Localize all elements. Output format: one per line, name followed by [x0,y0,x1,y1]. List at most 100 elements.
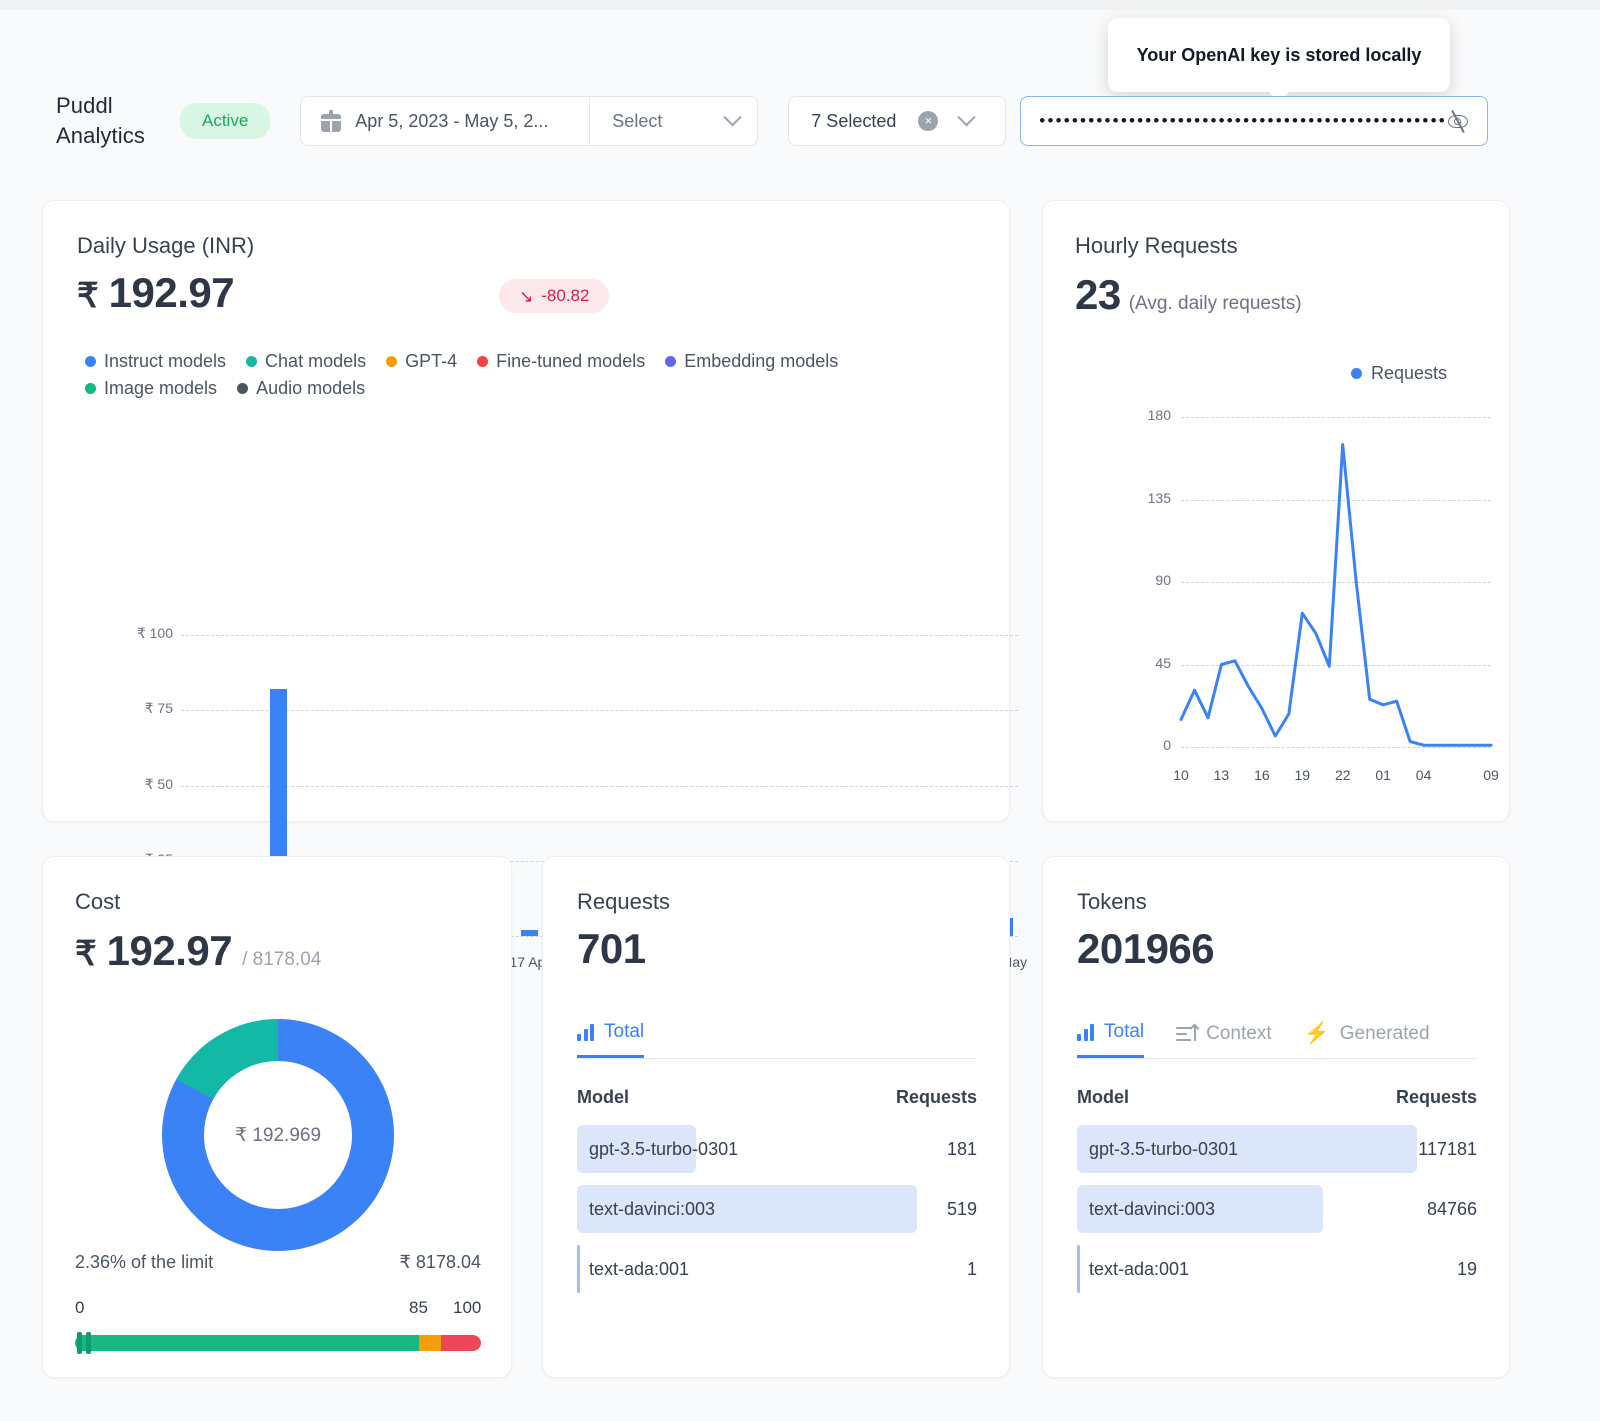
meter-handle[interactable] [77,1332,82,1354]
tab-label: Context [1206,1022,1272,1044]
tab-generated[interactable]: ⚡ Generated [1304,1021,1430,1058]
preset-select-value: Select [612,110,663,131]
bolt-icon: ⚡ [1303,1022,1330,1045]
donut-center-value: ₹ 192.969 [234,1124,322,1146]
row-value: 84766 [1426,1198,1477,1219]
requests-value: 701 [577,925,646,972]
api-key-value: ••••••••••••••••••••••••••••••••••••••••… [1039,111,1447,130]
api-key-tooltip: Your OpenAI key is stored locally [1108,18,1450,102]
cost-amount: ₹ 192.97 / 8178.04 [75,927,321,975]
row-model: gpt-3.5-turbo-0301 [1089,1138,1239,1159]
tokens-title: Tokens [1077,889,1147,914]
context-icon [1176,1023,1200,1042]
cost-scale-labels: 0 85 100 [75,1298,481,1322]
row-value: 19 [1456,1258,1477,1279]
x-axis-label: 09 [1483,767,1499,783]
cost-donut-chart: ₹ 192.969 [162,1019,394,1251]
scale-mid: 85 [409,1298,428,1317]
app-title: Puddl Analytics [56,91,168,151]
app-title-line2: Analytics [56,123,145,148]
tab-context[interactable]: Context [1176,1021,1272,1058]
column-requests: Requests [1395,1087,1477,1107]
bar-chart-icon [1077,1023,1094,1041]
status-badge: Active [180,103,271,139]
cost-limit-amount: ₹ 8178.04 [399,1252,481,1272]
scale-max: 100 [453,1298,482,1317]
x-axis-label: 04 [1415,767,1432,783]
meter-handle-secondary[interactable] [86,1332,91,1354]
preset-select[interactable]: Select [589,97,757,145]
tokens-card: Tokens 201966 Total Context ⚡ Generated Mod… [1042,856,1510,1378]
table-row[interactable]: text-davinci:003 84766 [1077,1185,1477,1233]
chevron-down-icon [957,107,977,126]
cost-limit-row: 2.36% of the limit ₹ 8178.04 [75,1252,481,1273]
scale-min: 0 [75,1298,85,1317]
row-value: 1 [966,1258,977,1279]
daily-usage-card: Daily Usage (INR) ₹ 192.97 ↘ -80.82 Inst… [42,200,1027,970]
cost-limit-suffix: / 8178.04 [242,949,322,970]
column-model: Model [577,1087,629,1107]
cost-title: Cost [75,889,121,914]
tab-label: Total [604,1021,645,1042]
calendar-icon [321,110,342,132]
tab-total[interactable]: Total [577,1021,645,1058]
models-multiselect-value: 7 Selected [811,110,897,131]
cost-limit-percent: 2.36% of the limit [75,1252,214,1272]
row-model: text-ada:001 [589,1258,690,1279]
y-axis-label: ₹ 50 [144,775,173,792]
date-range-picker[interactable]: Apr 5, 2023 - May 5, 2... [301,97,589,145]
currency-symbol: ₹ [75,935,97,973]
daily-usage-bar-chart: ₹ 0₹ 25₹ 50₹ 75₹ 10005 Apr08 Apr11 Apr14… [43,201,1027,970]
row-model: text-davinci:003 [589,1198,716,1219]
tokens-tabs: Total Context ⚡ Generated [1077,1021,1477,1059]
chevron-down-icon [723,107,742,126]
api-key-field[interactable]: ••••••••••••••••••••••••••••••••••••••••… [1020,96,1489,146]
requests-tabs: Total [577,1021,977,1059]
row-model: text-davinci:003 [1089,1198,1216,1219]
row-value: 519 [946,1198,977,1219]
bar-group [521,929,539,936]
tab-total[interactable]: Total [1077,1021,1145,1058]
column-requests: Requests [895,1087,977,1107]
models-multiselect[interactable]: 7 Selected × [788,96,1007,146]
toolbar: Puddl Analytics Active Apr 5, 2023 - May… [56,91,1489,151]
app-title-line1: Puddl [56,93,113,118]
tokens-value: 201966 [1077,925,1215,972]
bar-chart-icon [577,1023,594,1041]
row-value: 181 [946,1138,977,1159]
requests-table-body: gpt-3.5-turbo-0301 181 text-davinci:003 519… [577,1125,977,1293]
y-axis-label: ₹ 100 [136,625,173,641]
cost-limit-meter[interactable] [75,1335,481,1351]
requests-card: Requests 701 Total Model Requests gpt-3.… [542,856,1010,1378]
table-row[interactable]: text-ada:001 1 [577,1245,977,1293]
analytics-dashboard: Your OpenAI key is stored locally Puddl … [0,0,1600,1421]
tab-label: Total [1104,1021,1145,1042]
bar-segment [521,929,539,936]
hourly-requests-line-chart: 0 45 90 135 180 10 13 16 19 22 01 04 09 [1043,201,1511,823]
donut-center-label: ₹ 192.969 [204,1061,352,1209]
row-model: gpt-3.5-turbo-0301 [589,1138,739,1159]
y-axis-label: ₹ 75 [144,700,173,717]
cost-value: 192.97 [106,927,233,974]
table-row[interactable]: gpt-3.5-turbo-0301 181 [577,1125,977,1173]
gridline [181,635,1018,636]
requests-title: Requests [577,889,670,914]
date-range-value: Apr 5, 2023 - May 5, 2... [355,110,549,131]
table-row[interactable]: text-davinci:003 519 [577,1185,977,1233]
row-value: 117181 [1418,1138,1477,1159]
tokens-table-body: gpt-3.5-turbo-0301 117181 text-davinci:003… [1077,1125,1477,1293]
hourly-line-path [1179,443,1493,747]
table-row[interactable]: text-ada:001 19 [1077,1245,1477,1293]
gridline [181,710,1018,712]
eye-off-icon[interactable] [1447,110,1469,133]
tab-label: Generated [1339,1022,1430,1044]
gridline [181,785,1018,787]
column-model: Model [1077,1087,1129,1107]
tokens-table-header: Model Requests [1077,1087,1477,1108]
table-row[interactable]: gpt-3.5-turbo-0301 117181 [1077,1125,1477,1173]
hourly-requests-card: Hourly Requests 23 (Avg. daily requests)… [1042,200,1510,822]
tooltip-text: Your OpenAI key is stored locally [1136,44,1422,65]
row-model: text-ada:001 [1089,1258,1190,1279]
close-icon[interactable]: × [918,111,939,131]
cost-card: Cost ₹ 192.97 / 8178.04 ₹ 192.969 2.36% … [42,856,512,1378]
